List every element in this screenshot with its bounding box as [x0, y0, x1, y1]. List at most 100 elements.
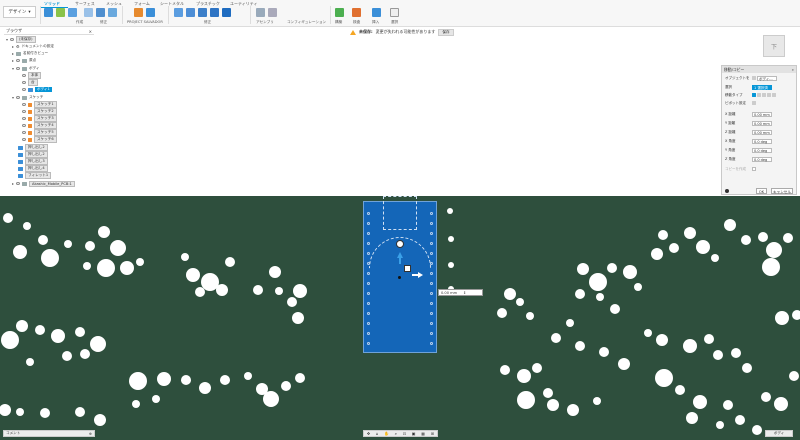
tab-plastic[interactable]: プラスチック — [196, 1, 220, 7]
tab-utility[interactable]: ユーティリティ — [230, 1, 258, 7]
eye-icon[interactable] — [22, 88, 26, 91]
new-component-icon[interactable] — [44, 8, 53, 17]
y-angle-input[interactable]: 0.0 deg — [752, 147, 772, 153]
group-modify-2[interactable]: 修正 — [204, 20, 211, 25]
tree-item[interactable]: 押し出し4 — [18, 165, 48, 172]
salvador-tool-icon[interactable] — [146, 8, 155, 17]
distance-readout[interactable]: 0.00 mm ⇕ — [438, 289, 483, 296]
arrow-right-icon[interactable] — [418, 272, 423, 278]
chevron-icon[interactable]: ⇕ — [463, 291, 466, 295]
caret-right-icon[interactable] — [12, 59, 14, 62]
caret-down-icon[interactable] — [12, 96, 14, 99]
fit-icon[interactable]: ⊡ — [403, 431, 406, 436]
caret-right-icon[interactable] — [12, 52, 14, 55]
measure-icon[interactable] — [352, 8, 361, 17]
workspace-switcher[interactable]: デザイン ▾ — [3, 6, 36, 18]
pan-icon[interactable]: ✋ — [384, 431, 389, 436]
create-sketch-icon[interactable] — [56, 8, 65, 17]
select-icon[interactable] — [390, 8, 399, 17]
eye-icon[interactable] — [16, 67, 20, 70]
x-distance-input[interactable]: 0.00 mm — [752, 111, 772, 117]
point-to-point-icon[interactable] — [767, 93, 771, 97]
align-icon[interactable] — [198, 8, 207, 17]
eye-icon[interactable] — [16, 96, 20, 99]
group-construct[interactable]: 構築 — [335, 20, 342, 25]
eye-icon[interactable] — [10, 38, 14, 41]
grid-icon[interactable]: ▦ — [421, 431, 425, 436]
eye-icon[interactable] — [22, 110, 26, 113]
tree-item[interactable]: 押し出し2 — [18, 144, 48, 151]
group-modify[interactable]: 修正 — [100, 20, 107, 25]
caret-down-icon[interactable] — [12, 67, 14, 70]
y-distance-input[interactable]: 0.00 mm — [752, 120, 772, 126]
info-icon[interactable] — [725, 189, 729, 193]
selection-field[interactable]: 1 選択済み — [752, 84, 772, 95]
tab-mesh[interactable]: メッシュ — [106, 1, 122, 7]
rotate-icon[interactable] — [762, 93, 766, 97]
cancel-button[interactable]: キャンセル — [771, 188, 793, 194]
extrude-icon[interactable] — [68, 8, 77, 17]
eye-icon[interactable] — [16, 59, 20, 62]
dialog-header[interactable]: 移動/コピー » — [722, 66, 796, 73]
rotate-handle-icon[interactable] — [396, 240, 404, 248]
tree-item[interactable]: スケッチ4 — [22, 122, 57, 129]
construct-plane-icon[interactable] — [335, 8, 344, 17]
caret-right-icon[interactable] — [12, 182, 14, 185]
comments-panel[interactable]: コメント ⊕ — [3, 430, 95, 437]
tree-item[interactable]: Akashic_Mobile_PCB:1 — [12, 180, 75, 187]
tree-item[interactable]: スケッチ5 — [22, 129, 57, 136]
move-copy-icon[interactable] — [222, 8, 231, 17]
eye-icon[interactable] — [22, 81, 26, 84]
tab-form[interactable]: フォーム — [134, 1, 150, 7]
add-comment-icon[interactable]: ⊕ — [89, 432, 92, 436]
caret-right-icon[interactable] — [12, 45, 14, 48]
group-inspect[interactable]: 検査 — [353, 20, 360, 25]
ok-button[interactable]: OK — [756, 188, 767, 194]
shell-icon[interactable] — [174, 8, 183, 17]
create-form-icon[interactable] — [84, 8, 93, 17]
arrow-up-shaft[interactable] — [399, 258, 401, 264]
tree-item[interactable]: スケッチ3 — [22, 115, 57, 122]
tree-item[interactable]: ボディ — [12, 65, 40, 72]
tab-sheetmetal[interactable]: シートメタル — [160, 1, 184, 7]
eye-icon[interactable] — [16, 182, 20, 185]
view-badge[interactable]: ボディ — [765, 430, 793, 437]
tree-item[interactable]: 押し出し3 — [18, 158, 48, 165]
object-type-select[interactable]: ボディ... — [757, 75, 777, 81]
group-salvador[interactable]: PROJECT SALVADOR — [127, 20, 163, 24]
viewports-icon[interactable]: ⊞ — [431, 431, 434, 436]
group-select[interactable]: 選択 — [391, 20, 398, 25]
combine-icon[interactable] — [186, 8, 195, 17]
close-icon[interactable]: » — [792, 67, 794, 72]
viewcube[interactable]: 下 — [763, 35, 785, 57]
group-configuration[interactable]: コンフィギュレーション — [287, 20, 326, 25]
salvador-icon[interactable] — [134, 8, 143, 17]
tree-root[interactable]: (未保存) — [6, 36, 36, 43]
zoom-icon[interactable]: ⌕ — [395, 431, 397, 436]
tree-item-selected[interactable]: ボディ1 — [22, 86, 52, 93]
distance-value[interactable]: 0.00 mm — [441, 291, 457, 295]
free-move-handle-icon[interactable] — [404, 265, 411, 272]
eye-icon[interactable] — [22, 74, 26, 77]
point-to-position-icon[interactable] — [772, 93, 776, 97]
group-create[interactable]: 作成 — [76, 20, 83, 25]
tree-item[interactable]: 名前付きビュー — [12, 50, 48, 57]
eye-icon[interactable] — [22, 117, 26, 120]
eye-icon[interactable] — [22, 103, 26, 106]
group-assemble[interactable]: アセンブリ — [256, 20, 274, 25]
create-copy-checkbox[interactable] — [752, 167, 756, 171]
display-icon[interactable]: ▣ — [412, 431, 416, 436]
press-pull-icon[interactable] — [96, 8, 105, 17]
tab-surface[interactable]: サーフェス — [75, 1, 95, 7]
viewcube-face[interactable]: 下 — [771, 42, 777, 51]
tree-item[interactable]: 原点 — [12, 57, 36, 64]
tree-item[interactable]: スケッチ2 — [22, 108, 57, 115]
tree-item[interactable]: 押し出し2 — [18, 151, 48, 158]
group-insert[interactable]: 挿入 — [372, 20, 379, 25]
x-angle-input[interactable]: 0.0 deg — [752, 138, 772, 144]
eye-icon[interactable] — [22, 138, 26, 141]
close-icon[interactable]: × — [89, 29, 92, 34]
eye-icon[interactable] — [22, 124, 26, 127]
eye-icon[interactable] — [22, 131, 26, 134]
assemble-icon[interactable] — [256, 8, 265, 17]
